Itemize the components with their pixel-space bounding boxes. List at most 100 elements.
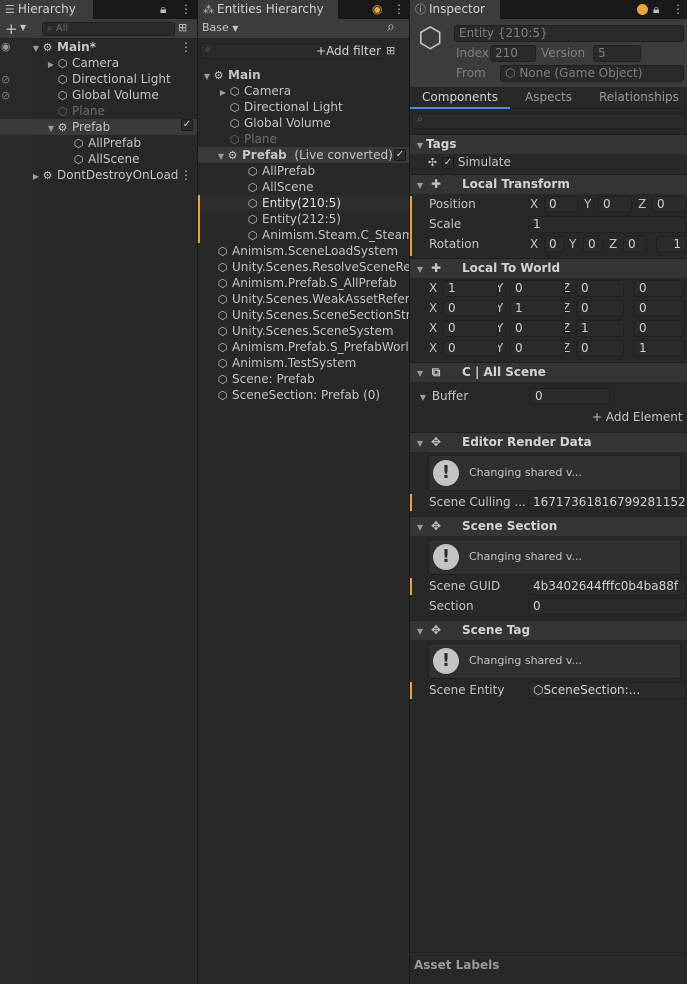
tab-hierarchy[interactable]: ☰ Hierarchy — [0, 0, 93, 19]
tab-aspects[interactable]: Aspects — [525, 87, 572, 109]
more-icon[interactable]: ⋮ — [180, 39, 192, 55]
ent-item-system[interactable]: ⬡ Unity.Scenes.SceneSystem — [198, 323, 409, 339]
hier-item-global-volume[interactable]: ⬡ Global Volume — [0, 87, 197, 103]
fold-open-icon[interactable]: ▼ — [418, 390, 428, 406]
matrix-cell-r0-c1[interactable]: 0 — [510, 280, 565, 297]
hier-item-allprefab[interactable]: ⬡ AllPrefab — [0, 135, 197, 151]
fold-open-icon[interactable]: ▼ — [410, 434, 426, 453]
hier-item-main[interactable]: ▼ ⚙ Main* ⋮ — [0, 39, 197, 55]
editor-render-data-header[interactable]: ▼ ✥ Editor Render Data — [410, 432, 687, 452]
fold-open-icon[interactable]: ▼ — [410, 176, 426, 195]
ent-item-entity-212-5[interactable]: ⬡ Entity(212:5) — [198, 211, 409, 227]
from-field[interactable]: ⬡ None (Game Object) — [500, 65, 684, 82]
chevron-down-icon[interactable]: ▼ — [20, 23, 26, 32]
hier-item-plane[interactable]: ⬡ Plane — [0, 103, 197, 119]
ent-item-allprefab[interactable]: ⬡ AllPrefab — [198, 163, 409, 179]
ent-item-system[interactable]: ⬡ Animism.Prefab.S_AllPrefab — [198, 275, 409, 291]
record-icon[interactable]: ◉ — [372, 0, 382, 19]
buffer-count-field[interactable]: 0 — [530, 388, 610, 405]
world-select[interactable]: Base ▼ — [202, 21, 238, 34]
matrix-cell-r3-c3[interactable]: 1 — [634, 340, 684, 357]
filter-options-icon[interactable]: ⊞ — [386, 44, 395, 57]
search-options-icon[interactable]: ⊞ — [178, 21, 187, 34]
hier-item-allscene[interactable]: ⬡ AllScene — [0, 151, 197, 167]
scene-culling-field[interactable]: 16717361816799281152 — [528, 494, 686, 511]
matrix-cell-r3-c2[interactable]: 0 — [576, 340, 624, 357]
matrix-cell-r2-c3[interactable]: 0 — [634, 320, 684, 337]
component-search-input[interactable]: ⌕ — [412, 113, 685, 129]
matrix-cell-r2-c2[interactable]: 1 — [576, 320, 624, 337]
ent-item-prefab[interactable]: ▼ ⚙ Prefab (Live converted) ✓ — [198, 147, 409, 163]
tab-inspector[interactable]: ⓘ Inspector — [410, 0, 500, 19]
rotation-y-field[interactable]: 0 — [583, 236, 603, 253]
subscene-load-checkbox[interactable]: ✓ — [181, 119, 193, 131]
hier-item-camera[interactable]: ▶ ⬡ Camera — [0, 55, 197, 71]
ent-item-system[interactable]: ⬡ Animism.SceneLoadSystem — [198, 243, 409, 259]
ent-item-entity-210-5[interactable]: ⬡ Entity(210:5) — [198, 195, 409, 211]
ent-item-steam-device-buffer[interactable]: ⬡Animism.Steam.C_SteamDeviceBuffer — [198, 227, 409, 243]
search-icon[interactable]: ⌕ — [387, 19, 395, 35]
tags-header[interactable]: ▼ Tags — [410, 134, 687, 154]
hier-item-prefab[interactable]: ▼ ⚙ Prefab ✓ — [0, 119, 197, 135]
scene-section-header[interactable]: ▼ ✥ Scene Section — [410, 516, 687, 536]
matrix-cell-r2-c1[interactable]: 0 — [510, 320, 565, 337]
fold-closed-icon[interactable]: ▶ — [31, 169, 41, 183]
matrix-cell-r1-c2[interactable]: 0 — [576, 300, 624, 317]
scale-field[interactable]: 1 — [528, 216, 686, 233]
scene-tag-header[interactable]: ▼ ✥ Scene Tag — [410, 620, 687, 640]
more-icon[interactable]: ⋮ — [672, 0, 684, 19]
rotation-z-field[interactable]: 0 — [623, 236, 647, 253]
fold-open-icon[interactable]: ▼ — [410, 260, 426, 279]
matrix-cell-r0-c3[interactable]: 0 — [634, 280, 684, 297]
scene-entity-field[interactable]: ⬡SceneSection:... — [528, 682, 686, 699]
orange-status-icon[interactable] — [637, 0, 648, 19]
hier-item-dontdestroyonload[interactable]: ▶ ⚙ DontDestroyOnLoad — [0, 167, 179, 183]
ent-item-camera[interactable]: ▶ ⬡ Camera — [198, 83, 409, 99]
all-scene-header[interactable]: ▼ ⧉ C | All Scene — [410, 362, 687, 382]
rotation-x-field[interactable]: 0 — [544, 236, 564, 253]
ent-item-global-volume[interactable]: ⬡ Global Volume — [198, 115, 409, 131]
ent-item-directional-light[interactable]: ⬡ Directional Light — [198, 99, 409, 115]
position-z-field[interactable]: 0 — [652, 196, 686, 213]
more-icon[interactable]: ⋮ — [393, 0, 405, 19]
subscene-load-checkbox[interactable]: ✓ — [394, 149, 406, 161]
matrix-cell-r3-c0[interactable]: 0 — [443, 340, 498, 357]
matrix-cell-r1-c1[interactable]: 1 — [510, 300, 565, 317]
position-x-field[interactable]: 0 — [544, 196, 578, 213]
more-icon[interactable]: ⋮ — [180, 0, 192, 19]
ent-item-system[interactable]: ⬡ Animism.TestSystem — [198, 355, 409, 371]
matrix-cell-r2-c0[interactable]: 0 — [443, 320, 498, 337]
ent-item-scene[interactable]: ⬡ Scene: Prefab — [198, 371, 409, 387]
hierarchy-search-input[interactable]: ⌕ All — [42, 22, 175, 36]
add-filter-button[interactable]: +Add filter — [316, 44, 381, 58]
simulate-checkbox[interactable]: ✓ — [442, 156, 454, 169]
asset-labels-bar[interactable]: Asset Labels — [410, 952, 687, 984]
ent-item-system[interactable]: ⬡Unity.Scenes.WeakAssetReferenceLoadingS… — [198, 291, 409, 307]
fold-open-icon[interactable]: ▼ — [410, 136, 426, 155]
tab-relationships[interactable]: Relationships — [599, 87, 679, 109]
matrix-cell-r0-c0[interactable]: 1 — [443, 280, 498, 297]
add-element-button[interactable]: + Add Element — [592, 409, 683, 426]
position-y-field[interactable]: 0 — [598, 196, 632, 213]
matrix-cell-r3-c1[interactable]: 0 — [510, 340, 565, 357]
matrix-cell-r1-c0[interactable]: 0 — [443, 300, 498, 317]
fold-open-icon[interactable]: ▼ — [410, 364, 426, 383]
local-to-world-header[interactable]: ▼ ✚ Local To World — [410, 258, 687, 278]
lock-icon[interactable]: 🔒︎ — [653, 0, 659, 19]
ent-item-allscene[interactable]: ⬡ AllScene — [198, 179, 409, 195]
hier-item-directional-light[interactable]: ⬡ Directional Light — [0, 71, 197, 87]
lock-icon[interactable]: 🔒︎ — [160, 0, 166, 19]
matrix-cell-r0-c2[interactable]: 0 — [576, 280, 624, 297]
ent-item-system[interactable]: ⬡Animism.Prefab.S_PrefabWorldSystem — [198, 339, 409, 355]
ent-item-system[interactable]: ⬡Unity.Scenes.ResolveSceneReferenceSyste… — [198, 259, 409, 275]
rotation-w-field[interactable]: 1 — [656, 236, 686, 253]
section-field[interactable]: 0 — [528, 598, 686, 615]
add-icon[interactable]: + — [5, 20, 18, 38]
fold-open-icon[interactable]: ▼ — [410, 622, 426, 641]
tab-entities-hierarchy[interactable]: ⁂ Entities Hierarchy — [198, 0, 338, 19]
scene-guid-field[interactable]: 4b3402644fffc0b4ba88f — [528, 578, 686, 595]
ent-item-plane[interactable]: ⬡ Plane — [198, 131, 409, 147]
local-transform-header[interactable]: ▼ ✚ Local Transform — [410, 174, 687, 194]
more-icon[interactable]: ⋮ — [180, 167, 192, 183]
ent-item-scene-section[interactable]: ⬡ SceneSection: Prefab (0) — [198, 387, 409, 403]
